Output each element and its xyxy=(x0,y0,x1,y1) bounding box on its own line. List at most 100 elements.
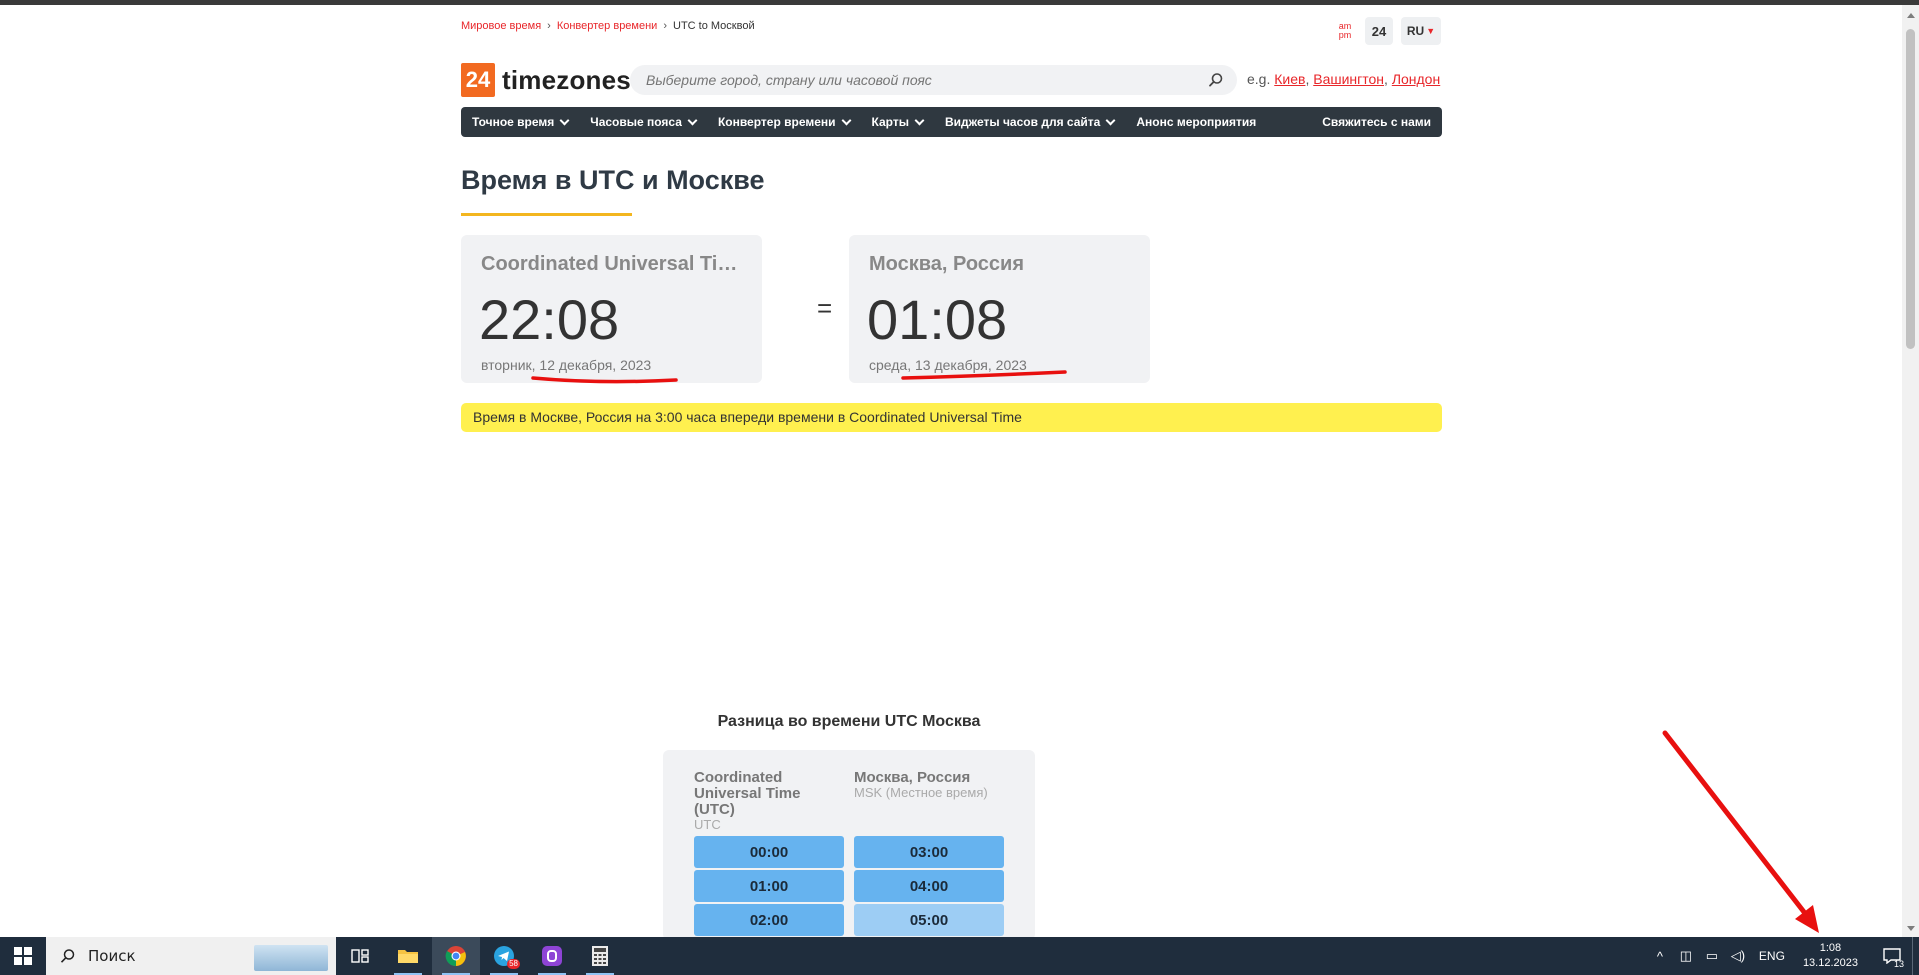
breadcrumb-separator-icon: › xyxy=(547,20,551,32)
time-card-utc: Coordinated Universal Time (UTC) 22:08 в… xyxy=(461,235,762,383)
format-tools: am pm 24 RU ▼ xyxy=(1333,17,1441,45)
clock-time: 1:08 xyxy=(1819,942,1842,954)
notification-center-button[interactable]: 13 xyxy=(1872,937,1912,975)
app-button[interactable] xyxy=(528,937,576,975)
examples-prefix: e.g. xyxy=(1247,71,1271,87)
input-language[interactable]: ENG xyxy=(1759,949,1785,963)
search-icon xyxy=(60,949,75,963)
red-arrow-annotation xyxy=(1662,730,1819,933)
main-nav: Точное время Часовые пояса Конвертер вре… xyxy=(461,107,1442,137)
time-difference-table: Coordinated Universal Time (UTC) UTC Мос… xyxy=(663,750,1035,940)
card-weekday: вторник xyxy=(481,357,532,373)
telegram-badge: 58 xyxy=(507,959,520,969)
scroll-down-icon[interactable] xyxy=(1907,926,1915,931)
task-view-icon xyxy=(351,949,369,963)
search-highlight-image xyxy=(254,945,328,971)
card-date: вторник, 12 декабря, 2023 xyxy=(481,357,652,373)
folder-icon xyxy=(398,950,418,963)
clock-date: 13.12.2023 xyxy=(1802,957,1858,969)
ampm-toggle[interactable]: am pm xyxy=(1333,17,1357,45)
nav-widgets[interactable]: Виджеты часов для сайта xyxy=(934,115,1125,129)
card-city-name[interactable]: Coordinated Universal Time (UTC) xyxy=(481,253,747,276)
column-sub: UTC xyxy=(694,817,721,832)
card-weekday: среда xyxy=(869,357,908,373)
diff-title: Разница во времени UTC Москва xyxy=(717,713,981,730)
scroll-up-icon[interactable] xyxy=(1907,13,1915,18)
example-city-washington[interactable]: Вашингтон xyxy=(1313,71,1384,87)
nav-events[interactable]: Анонс мероприятия xyxy=(1125,115,1267,129)
equals-sign: = xyxy=(817,293,833,323)
page-title: Время в UTC и Москве xyxy=(461,165,765,195)
card-time: 01:08 xyxy=(867,288,1008,351)
nav-exact-time[interactable]: Точное время xyxy=(461,115,579,129)
nav-time-zones[interactable]: Часовые пояса xyxy=(579,115,707,129)
nav-contact[interactable]: Свяжитесь с нами xyxy=(1311,115,1442,129)
calculator-button[interactable] xyxy=(576,937,624,975)
breadcrumb-separator-icon: › xyxy=(663,20,667,32)
language-selector[interactable]: RU ▼ xyxy=(1401,17,1441,45)
utc-column-header: Coordinated Universal Time (UTC) UTC xyxy=(694,770,844,832)
language-label: RU xyxy=(1406,24,1425,38)
title-underline xyxy=(461,213,632,216)
nav-time-converter[interactable]: Конвертер времени xyxy=(707,115,861,129)
card-city-name[interactable]: Москва, Россия xyxy=(869,253,1135,276)
breadcrumb-time-converter[interactable]: Конвертер времени xyxy=(557,20,658,32)
24h-toggle[interactable]: 24 xyxy=(1365,17,1393,45)
webcam-icon[interactable]: ◫ xyxy=(1673,948,1699,964)
card-date-value: 13 декабря, 2023 xyxy=(915,357,1027,373)
breadcrumb: Мировое время › Конвертер времени › UTC … xyxy=(461,20,755,32)
nav-label: Конвертер времени xyxy=(717,115,836,129)
chevron-down-icon xyxy=(1105,115,1116,126)
msk-column-header: Москва, Россия MSK (Местное время) xyxy=(854,770,1004,800)
msk-slot[interactable]: 04:00 xyxy=(854,870,1004,902)
chevron-down-icon xyxy=(841,115,851,126)
nav-maps[interactable]: Карты xyxy=(861,115,934,129)
start-button[interactable] xyxy=(0,937,46,975)
example-city-london[interactable]: Лондон xyxy=(1392,71,1440,87)
scroll-thumb[interactable] xyxy=(1906,29,1915,349)
browser-top-edge xyxy=(0,0,1919,5)
chevron-up-icon[interactable]: ^ xyxy=(1647,949,1673,964)
utc-slot[interactable]: 00:00 xyxy=(694,836,844,868)
column-name: Coordinated Universal Time (UTC) xyxy=(694,769,801,818)
search-icon[interactable] xyxy=(1207,71,1225,89)
file-explorer-button[interactable] xyxy=(384,937,432,975)
chrome-button[interactable] xyxy=(432,937,480,975)
nav-label: Карты xyxy=(871,115,909,129)
caret-down-icon: ▼ xyxy=(1426,26,1436,36)
show-desktop-button[interactable] xyxy=(1912,937,1919,975)
msk-slot[interactable]: 03:00 xyxy=(854,836,1004,868)
chevron-down-icon xyxy=(559,115,570,126)
chrome-icon xyxy=(445,946,466,967)
card-date-value: 12 декабря, 2023 xyxy=(539,357,652,373)
logo-text: timezones xyxy=(502,64,631,95)
task-view-button[interactable] xyxy=(336,937,384,975)
card-date: среда, 13 декабря, 2023 xyxy=(869,357,1027,373)
chevron-down-icon xyxy=(687,115,698,126)
nav-label: Анонс мероприятия xyxy=(1136,115,1257,129)
telegram-button[interactable]: 58 xyxy=(480,937,528,975)
search-input[interactable] xyxy=(630,65,1222,95)
site-logo[interactable]: 24 timezones xyxy=(461,63,631,97)
search-examples: e.g. Киев, Вашингтон, Лондон xyxy=(1247,71,1441,87)
taskbar-search[interactable]: Поиск xyxy=(46,937,336,975)
utc-slot[interactable]: 01:00 xyxy=(694,870,844,902)
utc-slot[interactable]: 02:00 xyxy=(694,904,844,936)
nav-label: Точное время xyxy=(472,115,555,129)
calculator-icon xyxy=(592,946,608,966)
page-scrollbar[interactable] xyxy=(1902,5,1919,937)
network-icon[interactable]: ▭ xyxy=(1699,948,1725,964)
example-city-kyiv[interactable]: Киев xyxy=(1274,71,1305,87)
card-time: 22:08 xyxy=(479,288,620,351)
taskbar-clock[interactable]: 1:08 13.12.2023 xyxy=(1803,941,1858,971)
app-icon xyxy=(542,946,562,966)
volume-icon[interactable]: ◁) xyxy=(1725,948,1751,964)
column-name: Москва, Россия xyxy=(854,769,971,786)
windows-logo-icon xyxy=(14,947,32,965)
ampm-pm-label: pm xyxy=(1338,30,1352,40)
breadcrumb-current: UTC to Москвой xyxy=(673,20,755,32)
system-tray: ^ ◫ ▭ ◁) ENG 1:08 13.12.2023 13 xyxy=(1647,937,1919,975)
search-box xyxy=(630,65,1237,95)
msk-slot[interactable]: 05:00 xyxy=(854,904,1004,936)
breadcrumb-world-time[interactable]: Мировое время xyxy=(461,20,541,32)
